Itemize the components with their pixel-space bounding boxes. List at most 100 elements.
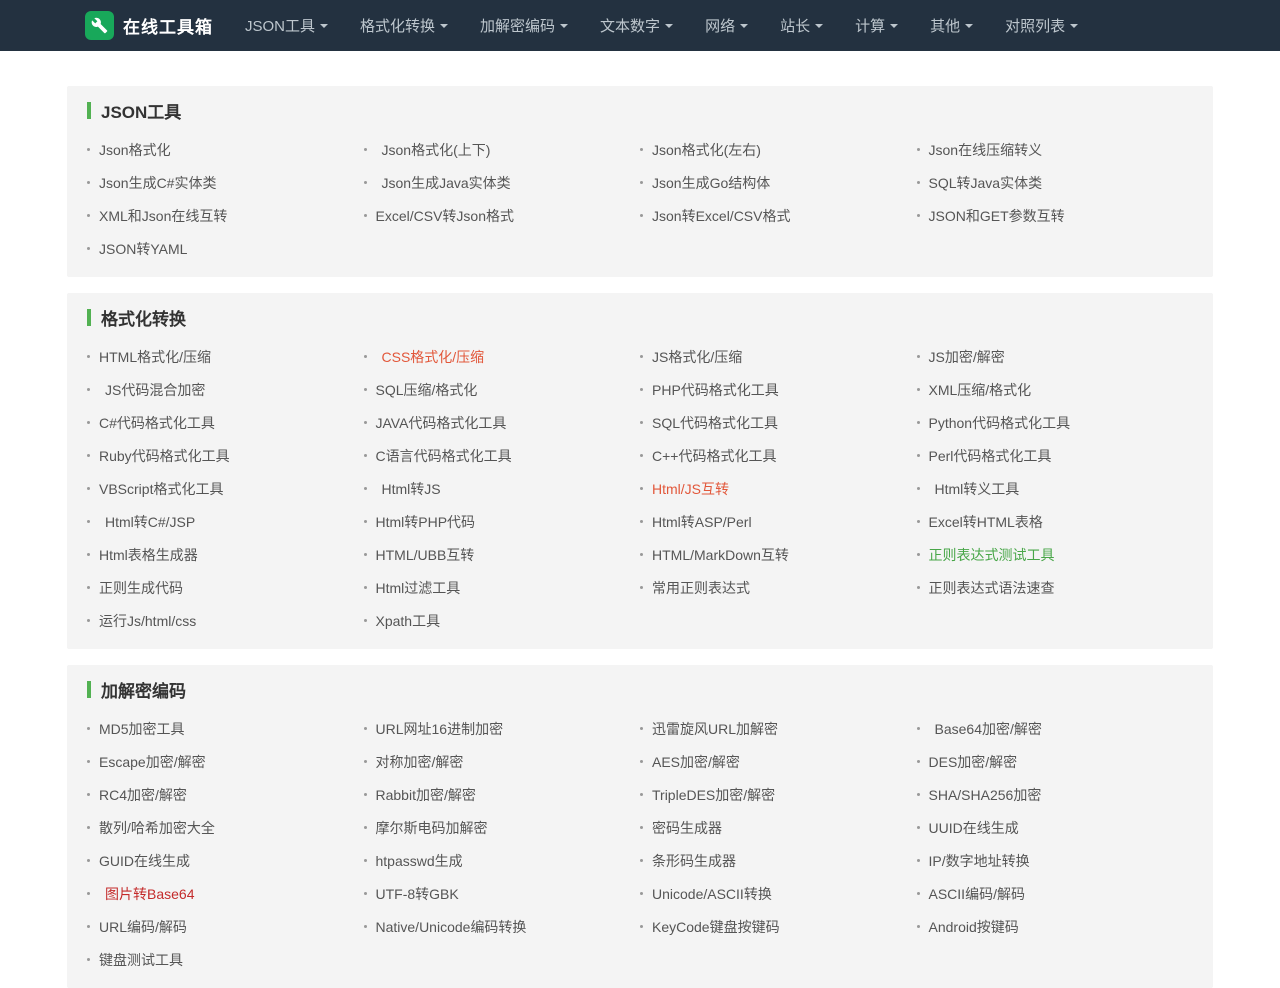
nav-menu-item[interactable]: 格式化转换	[344, 0, 464, 51]
tool-link[interactable]: RC4加密/解密	[87, 778, 364, 811]
tool-link[interactable]: Json格式化	[87, 133, 364, 166]
tool-link[interactable]: 正则表达式语法速查	[917, 571, 1194, 604]
tool-link[interactable]: Html转JS	[364, 472, 641, 505]
tool-link[interactable]: 条形码生成器	[640, 844, 917, 877]
tool-link[interactable]: Html转ASP/Perl	[640, 505, 917, 538]
tool-link[interactable]: MD5加密工具	[87, 712, 364, 745]
tool-link[interactable]: Json生成Go结构体	[640, 166, 917, 199]
nav-menu-item[interactable]: 网络	[689, 0, 764, 51]
brand[interactable]: 在线工具箱	[85, 11, 213, 40]
tool-link-label: KeyCode键盘按键码	[652, 917, 780, 937]
bullet-icon	[87, 487, 90, 490]
tool-link[interactable]: Json生成C#实体类	[87, 166, 364, 199]
nav-menu-item[interactable]: 加解密编码	[464, 0, 584, 51]
bullet-icon	[640, 760, 643, 763]
bullet-icon	[364, 760, 367, 763]
tool-link[interactable]: Html转义工具	[917, 472, 1194, 505]
tool-link-label: Html过滤工具	[376, 578, 461, 598]
tool-link[interactable]: HTML/MarkDown互转	[640, 538, 917, 571]
nav-menu-item[interactable]: JSON工具	[229, 0, 344, 51]
tool-link[interactable]: 正则表达式测试工具	[917, 538, 1194, 571]
tool-link[interactable]: JS加密/解密	[917, 340, 1194, 373]
tool-link[interactable]: KeyCode键盘按键码	[640, 910, 917, 943]
nav-menu-item[interactable]: 对照列表	[989, 0, 1094, 51]
tool-link[interactable]: Escape加密/解密	[87, 745, 364, 778]
tool-link[interactable]: JS代码混合加密	[87, 373, 364, 406]
tool-link[interactable]: HTML格式化/压缩	[87, 340, 364, 373]
nav-menu-item[interactable]: 文本数字	[584, 0, 689, 51]
nav-menu-item[interactable]: 站长	[764, 0, 839, 51]
tool-link[interactable]: SQL压缩/格式化	[364, 373, 641, 406]
tool-link[interactable]: 迅雷旋风URL加解密	[640, 712, 917, 745]
tool-link[interactable]: 密码生成器	[640, 811, 917, 844]
tool-link[interactable]: Html表格生成器	[87, 538, 364, 571]
tool-link[interactable]: htpasswd生成	[364, 844, 641, 877]
tool-link-label: C++代码格式化工具	[652, 446, 776, 466]
tool-link[interactable]: SHA/SHA256加密	[917, 778, 1194, 811]
tool-link[interactable]: Json格式化(上下)	[364, 133, 641, 166]
tool-link[interactable]: HTML/UBB互转	[364, 538, 641, 571]
bullet-icon	[87, 454, 90, 457]
nav-menu-item[interactable]: 计算	[839, 0, 914, 51]
tool-link[interactable]: 正则生成代码	[87, 571, 364, 604]
tool-link[interactable]: C#代码格式化工具	[87, 406, 364, 439]
tool-link[interactable]: Html转C#/JSP	[87, 505, 364, 538]
tool-link[interactable]: JSON和GET参数互转	[917, 199, 1194, 232]
tool-link[interactable]: Excel/CSV转Json格式	[364, 199, 641, 232]
tool-link[interactable]: Perl代码格式化工具	[917, 439, 1194, 472]
tool-link[interactable]: JSON转YAML	[87, 232, 364, 265]
tool-link[interactable]: XML和Json在线互转	[87, 199, 364, 232]
nav-menu-item[interactable]: 其他	[914, 0, 989, 51]
tool-link[interactable]: Json格式化(左右)	[640, 133, 917, 166]
tool-link[interactable]: AES加密/解密	[640, 745, 917, 778]
tool-link[interactable]: Html/JS互转	[640, 472, 917, 505]
tool-link[interactable]: Python代码格式化工具	[917, 406, 1194, 439]
tool-link[interactable]: UUID在线生成	[917, 811, 1194, 844]
tool-link[interactable]: Ruby代码格式化工具	[87, 439, 364, 472]
tool-link[interactable]: 散列/哈希加密大全	[87, 811, 364, 844]
tool-link-label: Perl代码格式化工具	[929, 446, 1052, 466]
tool-link[interactable]: Html转PHP代码	[364, 505, 641, 538]
nav-menu-item-label: 站长	[780, 15, 810, 36]
tool-link[interactable]: IP/数字地址转换	[917, 844, 1194, 877]
tool-link[interactable]: GUID在线生成	[87, 844, 364, 877]
tool-link[interactable]: ASCII编码/解码	[917, 877, 1194, 910]
tool-link-label: JS代码混合加密	[99, 380, 205, 400]
tool-link[interactable]: 摩尔斯电码加解密	[364, 811, 641, 844]
tool-link[interactable]: Unicode/ASCII转换	[640, 877, 917, 910]
tool-link[interactable]: Rabbit加密/解密	[364, 778, 641, 811]
tool-link[interactable]: JS格式化/压缩	[640, 340, 917, 373]
tool-link[interactable]: TripleDES加密/解密	[640, 778, 917, 811]
bullet-icon	[917, 388, 920, 391]
tool-link[interactable]: JAVA代码格式化工具	[364, 406, 641, 439]
bullet-icon	[640, 520, 643, 523]
tool-link[interactable]: SQL转Java实体类	[917, 166, 1194, 199]
tool-link[interactable]: Xpath工具	[364, 604, 641, 637]
tool-link[interactable]: Excel转HTML表格	[917, 505, 1194, 538]
tool-link[interactable]: DES加密/解密	[917, 745, 1194, 778]
nav-menu-item-label: JSON工具	[245, 15, 315, 36]
tool-link[interactable]: UTF-8转GBK	[364, 877, 641, 910]
tool-link[interactable]: SQL代码格式化工具	[640, 406, 917, 439]
tool-link[interactable]: Json转Excel/CSV格式	[640, 199, 917, 232]
tool-link[interactable]: Json在线压缩转义	[917, 133, 1194, 166]
tool-link[interactable]: CSS格式化/压缩	[364, 340, 641, 373]
bullet-icon	[917, 760, 920, 763]
tool-link[interactable]: C语言代码格式化工具	[364, 439, 641, 472]
tool-link[interactable]: C++代码格式化工具	[640, 439, 917, 472]
tool-link[interactable]: 图片转Base64	[87, 877, 364, 910]
tool-link[interactable]: Base64加密/解密	[917, 712, 1194, 745]
tool-link-label: UTF-8转GBK	[376, 884, 459, 904]
tool-link[interactable]: 对称加密/解密	[364, 745, 641, 778]
tool-link[interactable]: Json生成Java实体类	[364, 166, 641, 199]
tool-link[interactable]: Android按键码	[917, 910, 1194, 943]
tool-link[interactable]: 运行Js/html/css	[87, 604, 364, 637]
tool-link[interactable]: 常用正则表达式	[640, 571, 917, 604]
tool-link[interactable]: PHP代码格式化工具	[640, 373, 917, 406]
tool-link[interactable]: URL网址16进制加密	[364, 712, 641, 745]
tool-link[interactable]: XML压缩/格式化	[917, 373, 1194, 406]
tool-link[interactable]: Html过滤工具	[364, 571, 641, 604]
tool-link[interactable]: URL编码/解码	[87, 910, 364, 943]
tool-link[interactable]: Native/Unicode编码转换	[364, 910, 641, 943]
tool-link[interactable]: VBScript格式化工具	[87, 472, 364, 505]
